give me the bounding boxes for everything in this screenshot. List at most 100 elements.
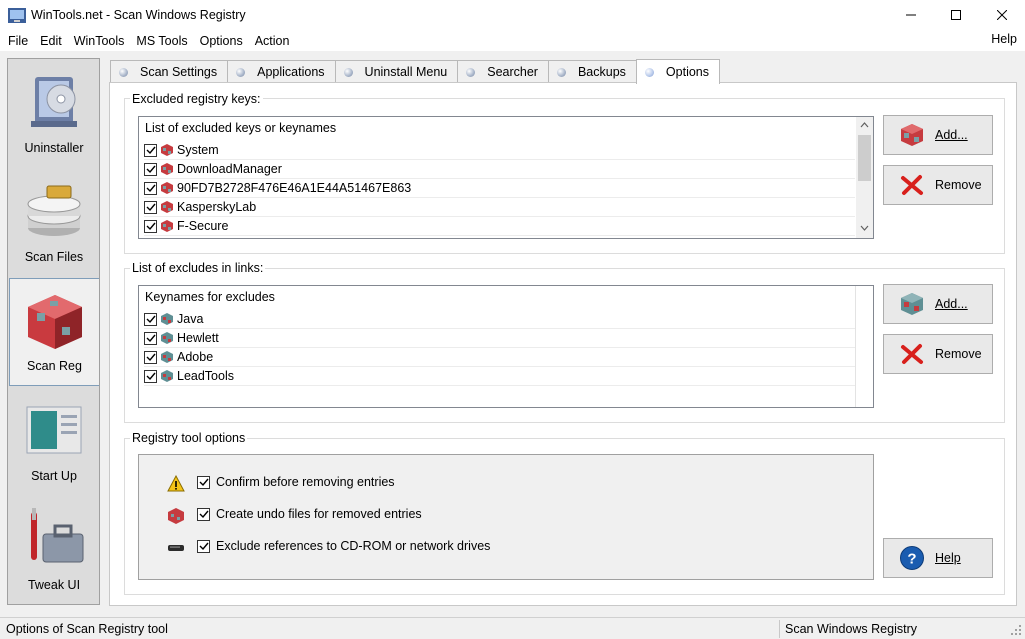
list-item[interactable]: KasperskyLab <box>144 198 855 217</box>
sidebar-item-label: Start Up <box>31 469 77 483</box>
tab-searcher[interactable]: Searcher <box>457 60 549 83</box>
checkbox[interactable] <box>144 200 157 214</box>
excluded-links-list[interactable]: Keynames for excludes Java Hewlett Adobe… <box>138 285 874 408</box>
checkbox[interactable] <box>144 143 157 157</box>
sidebar-item-label: Tweak UI <box>27 578 81 592</box>
checkbox[interactable] <box>144 331 157 345</box>
maximize-icon <box>951 10 961 20</box>
list-item[interactable]: 90FD7B2728F476E46A1E44A51467E863 <box>144 179 855 198</box>
checkbox[interactable] <box>197 475 210 489</box>
svg-text:?: ? <box>907 551 916 568</box>
checkbox[interactable] <box>144 219 157 233</box>
list-item[interactable]: Adobe <box>144 348 855 367</box>
excluded-keys-title: Excluded registry keys: <box>130 92 263 106</box>
list-item[interactable]: System <box>144 141 855 160</box>
checkbox[interactable] <box>144 162 157 176</box>
tab-applications[interactable]: Applications <box>227 60 336 83</box>
confirm-remove-option[interactable]: Confirm before removing entries <box>197 475 395 489</box>
add-excluded-key-button[interactable]: Add... <box>883 115 993 155</box>
sidebar-item-label: Scan Reg <box>27 359 82 373</box>
excluded-links-title: List of excludes in links: <box>130 261 266 275</box>
sidebar-item-uninstaller[interactable]: Uninstaller <box>9 59 99 167</box>
create-undo-option[interactable]: Create undo files for removed entries <box>197 507 422 521</box>
minimize-button[interactable] <box>888 0 934 30</box>
remove-excluded-link-button[interactable]: Remove <box>883 334 993 374</box>
help-button-label: Help <box>935 551 961 565</box>
menu-file[interactable]: File <box>2 32 34 50</box>
checkbox[interactable] <box>197 539 210 553</box>
sidebar: Uninstaller Scan Files Scan Reg Start Up… <box>7 58 100 605</box>
sidebar-item-tweak-ui[interactable]: Tweak UI <box>9 496 99 604</box>
tab-options[interactable]: Options <box>635 59 721 84</box>
tab-strip: Scan Settings Applications Uninstall Men… <box>110 59 721 84</box>
tool-options-box: Confirm before removing entries Create u… <box>138 454 874 580</box>
list-item[interactable]: Hewlett <box>144 329 855 348</box>
registry-cube-icon <box>161 163 173 175</box>
registry-cube-icon <box>161 182 173 194</box>
status-bar: Options of Scan Registry tool Scan Windo… <box>0 617 1025 639</box>
menu-help[interactable]: Help <box>991 32 1017 46</box>
registry-cube-icon <box>161 332 173 344</box>
checkbox[interactable] <box>144 369 157 383</box>
tab-bullet-icon <box>119 67 128 77</box>
scan-files-icon <box>27 185 81 236</box>
scan-reg-icon <box>27 295 82 349</box>
registry-cube-icon <box>161 220 173 232</box>
excluded-keys-list[interactable]: List of excluded keys or keynames System… <box>138 116 874 239</box>
app-icon <box>8 8 26 23</box>
list-header: Keynames for excludes <box>145 290 275 304</box>
tab-bullet-icon <box>343 67 353 77</box>
menu-options[interactable]: Options <box>194 32 249 50</box>
remove-excluded-key-button[interactable]: Remove <box>883 165 993 205</box>
tab-bullet-icon <box>644 67 654 77</box>
menu-action[interactable]: Action <box>249 32 296 50</box>
registry-cube-icon <box>161 201 173 213</box>
maximize-button[interactable] <box>933 0 979 30</box>
remove-x-icon <box>901 344 923 364</box>
tab-bullet-icon <box>556 67 566 77</box>
list-item[interactable]: Java <box>144 310 855 329</box>
add-excluded-link-button[interactable]: Add... <box>883 284 993 324</box>
help-icon: ? <box>900 546 924 570</box>
registry-cube-icon <box>161 144 173 156</box>
warning-icon <box>167 475 185 492</box>
window-title: WinTools.net - Scan Windows Registry <box>31 8 246 22</box>
help-button[interactable]: ? Help <box>883 538 993 578</box>
sidebar-item-scan-files[interactable]: Scan Files <box>9 168 99 276</box>
tab-uninstall-menu[interactable]: Uninstall Menu <box>334 60 459 83</box>
tab-bullet-icon <box>466 67 476 77</box>
checkbox[interactable] <box>144 350 157 364</box>
tweak-ui-icon <box>31 508 84 563</box>
minimize-icon <box>906 14 916 16</box>
tool-options-title: Registry tool options <box>130 431 248 445</box>
list-item[interactable]: LeadTools <box>144 367 855 386</box>
vertical-scrollbar[interactable] <box>856 117 873 238</box>
menu-ms-tools[interactable]: MS Tools <box>130 32 193 50</box>
remove-button-label: Remove <box>935 178 982 192</box>
options-panel: Excluded registry keys: List of excluded… <box>109 82 1017 606</box>
checkbox[interactable] <box>197 507 210 521</box>
menu-edit[interactable]: Edit <box>34 32 68 50</box>
tab-scan-settings[interactable]: Scan Settings <box>110 60 229 83</box>
registry-cube-icon <box>168 508 184 524</box>
column-divider <box>855 286 856 407</box>
tab-backups[interactable]: Backups <box>547 60 637 83</box>
sidebar-item-start-up[interactable]: Start Up <box>9 387 99 495</box>
checkbox[interactable] <box>144 181 157 195</box>
menu-wintools[interactable]: WinTools <box>68 32 131 50</box>
sidebar-item-scan-reg[interactable]: Scan Reg <box>9 278 99 386</box>
menu-bar: File Edit WinTools MS Tools Options Acti… <box>0 30 1025 51</box>
close-icon <box>997 10 1007 20</box>
checkbox[interactable] <box>144 312 157 326</box>
registry-cube-icon <box>901 293 923 315</box>
remove-button-label: Remove <box>935 347 982 361</box>
resize-grip-icon[interactable] <box>1010 624 1022 636</box>
status-divider <box>779 620 780 638</box>
status-text-left: Options of Scan Registry tool <box>6 622 168 636</box>
exclude-cdrom-option[interactable]: Exclude references to CD-ROM or network … <box>197 539 490 553</box>
list-item[interactable]: F-Secure <box>144 217 855 236</box>
list-item[interactable]: DownloadManager <box>144 160 855 179</box>
sidebar-item-label: Scan Files <box>24 250 84 264</box>
registry-cube-icon <box>161 370 173 382</box>
close-button[interactable] <box>979 0 1025 30</box>
